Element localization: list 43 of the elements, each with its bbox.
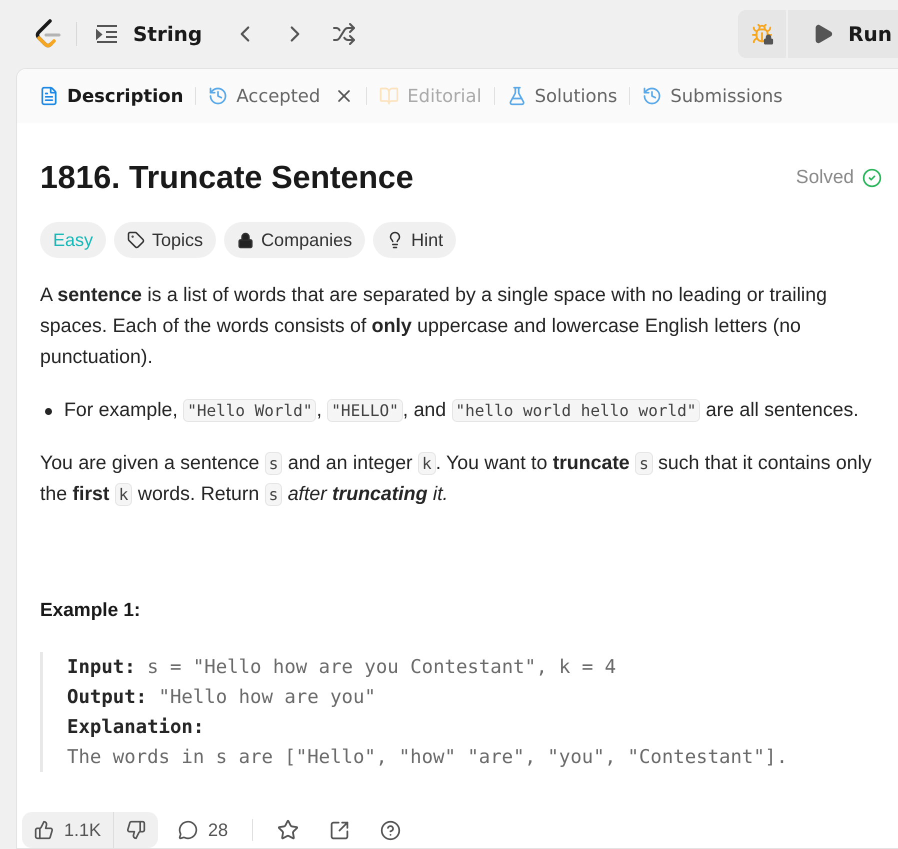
like-button[interactable]: 1.1K xyxy=(22,812,114,848)
star-icon xyxy=(277,819,300,841)
tag-button[interactable]: Hint xyxy=(373,222,456,258)
solved-status: Solved xyxy=(796,166,854,188)
lock-icon xyxy=(763,34,774,45)
history-icon xyxy=(208,86,228,106)
tab[interactable]: Description xyxy=(35,86,188,106)
book-icon xyxy=(379,86,400,106)
help-icon xyxy=(380,820,402,840)
run-button[interactable]: Run xyxy=(788,10,898,58)
thumbs-down-icon xyxy=(126,820,146,840)
tag-icon xyxy=(127,231,146,249)
description-paragraph: A sentence is a list of words that are separated by a single space with no leading or trailing spaces. Each of the words consists of only uppercase and lowercase English letters (no punctuation). xyxy=(40,283,828,370)
history-icon xyxy=(642,86,662,106)
example-heading: Example 1: xyxy=(40,600,142,622)
description-paragraph: You are given a sentence s and an integer k . You want to truncate s such that it contains only the first k words. Return s after truncating it. xyxy=(40,451,873,508)
debug-button[interactable] xyxy=(738,10,786,58)
flask-icon xyxy=(506,86,527,106)
speech-bubble-icon xyxy=(178,820,198,840)
tab[interactable]: Solutions xyxy=(502,86,622,106)
lock-icon xyxy=(237,232,254,248)
example-value: The words in s are ["Hello", "how" "are", "you", "Contestant"]. xyxy=(67,746,788,768)
bullet-text: For example, "Hello World" , "HELLO" , and "hello world hello world" are all sentences. xyxy=(64,398,860,424)
document-icon xyxy=(39,86,59,106)
tab[interactable]: Accepted xyxy=(204,86,358,106)
bullet-dot xyxy=(45,408,52,415)
shuffle-icon xyxy=(332,22,356,46)
comments-button[interactable]: 28 xyxy=(166,820,240,840)
example-value: "Hello how are you" xyxy=(158,686,376,708)
bug-icon xyxy=(751,23,774,45)
example-label: Output: xyxy=(67,686,148,708)
problem-list-title[interactable]: String xyxy=(133,22,202,46)
example-label: Input: xyxy=(67,656,136,678)
tag-button[interactable]: Companies xyxy=(224,222,366,258)
share-icon xyxy=(329,820,350,840)
list-icon[interactable] xyxy=(95,23,119,45)
problem-title: 1816. Truncate Sentence xyxy=(40,159,414,196)
tab[interactable]: Submissions xyxy=(638,86,787,106)
example-value: s = "Hello how are you Contestant", k = 4 xyxy=(147,656,616,678)
tag-button[interactable]: Topics xyxy=(114,222,216,258)
example-label: Explanation: xyxy=(67,716,204,738)
logo-icon[interactable] xyxy=(34,18,62,50)
thumbs-up-icon xyxy=(34,820,54,840)
